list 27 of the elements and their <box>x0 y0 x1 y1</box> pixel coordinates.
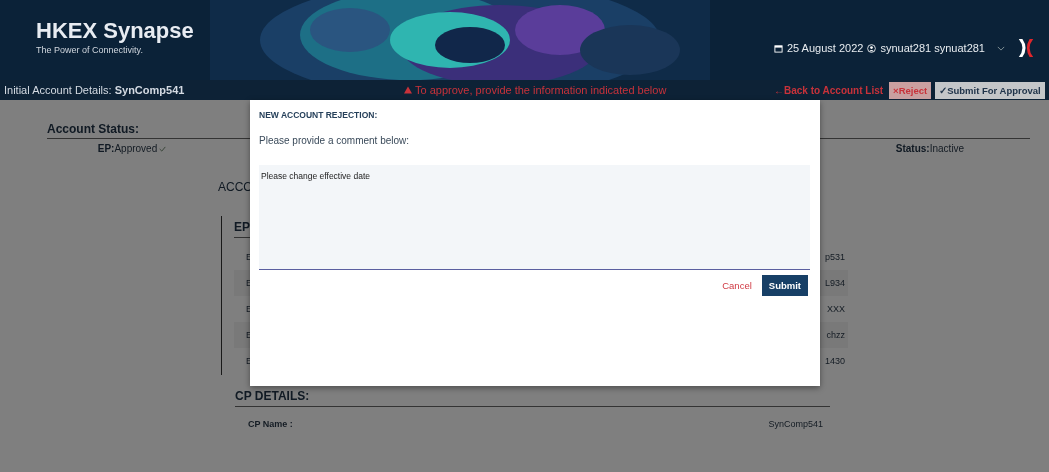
field-value: SynComp541 <box>768 419 823 429</box>
caret-icon[interactable] <box>997 45 1005 51</box>
account-status: Status:Inactive <box>895 143 965 154</box>
field-label: CP Name : <box>248 419 293 429</box>
cancel-button[interactable]: Cancel <box>720 278 754 293</box>
date-text: 25 August 2022 <box>786 42 864 54</box>
submit-approval-button[interactable]: ✓Submit For Approval <box>935 81 1045 99</box>
field-value: XXX <box>827 304 845 314</box>
warning-message: To approve, provide the information indicated below <box>415 84 667 96</box>
field-value: L934 <box>824 278 845 288</box>
user-icon <box>867 43 877 53</box>
field-value: p531 <box>824 252 845 262</box>
ep-status: EP:Approved <box>97 143 158 154</box>
comment-field[interactable]: Please change effective date <box>259 165 810 270</box>
app-title: HKEX Synapse <box>36 17 194 45</box>
field-value: 1430 <box>824 356 845 366</box>
submit-button[interactable]: Submit <box>761 275 808 296</box>
warning-icon <box>404 86 412 94</box>
field-value: chzz <box>826 330 845 340</box>
user-menu[interactable]: synuat281 synuat281 <box>880 42 985 54</box>
dialog-title: NEW ACCOUNT REJECTION: <box>259 110 379 120</box>
check-icon <box>159 145 167 152</box>
app-tagline: The Power of Connectivity. <box>36 45 144 55</box>
logo-icon <box>1017 37 1035 59</box>
page-title: Initial Account Details: SynComp541 <box>4 84 186 96</box>
section-heading: CP DETAILS: <box>235 389 830 407</box>
calendar-icon <box>773 43 783 53</box>
